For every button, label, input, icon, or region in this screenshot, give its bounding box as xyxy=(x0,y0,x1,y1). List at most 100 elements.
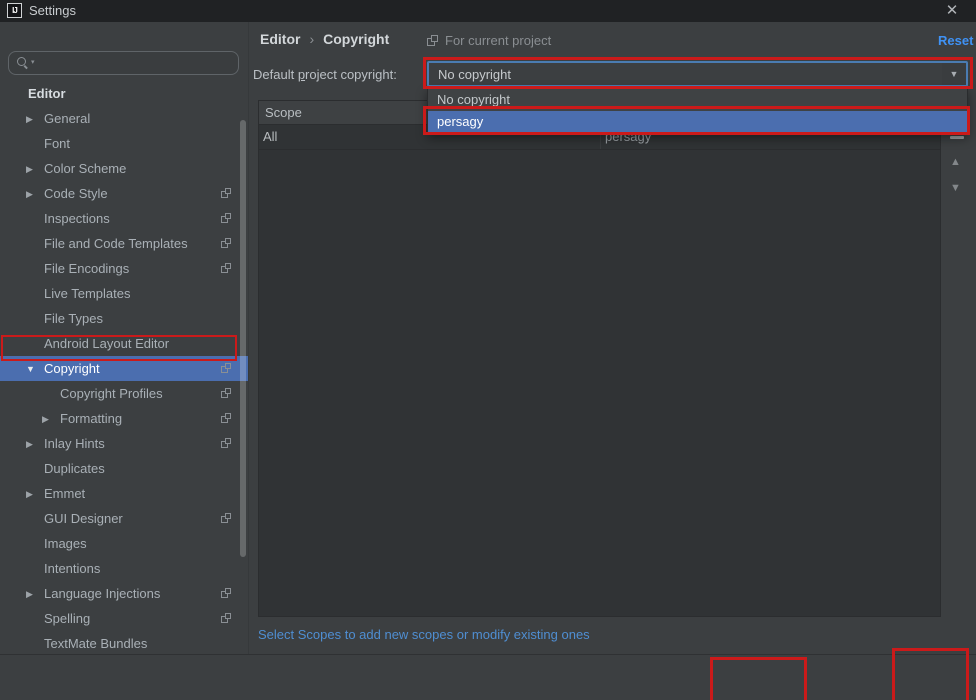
dropdown-option-persagy[interactable]: persagy xyxy=(428,111,967,133)
sidebar-item-android-layout-editor[interactable]: Android Layout Editor xyxy=(0,331,248,356)
sidebar-item-file-and-code-templates[interactable]: File and Code Templates xyxy=(0,231,248,256)
sidebar-item-label: Language Injections xyxy=(44,586,160,601)
sidebar-item-editor[interactable]: Editor xyxy=(0,81,248,106)
sidebar-item-color-scheme[interactable]: ▶Color Scheme xyxy=(0,156,248,181)
scope-table: Scope Allpersagy xyxy=(258,100,941,617)
sidebar-item-label: Inlay Hints xyxy=(44,436,105,451)
intellij-logo-icon: IJ xyxy=(7,3,22,18)
sidebar-item-code-style[interactable]: ▶Code Style xyxy=(0,181,248,206)
sidebar-item-label: Live Templates xyxy=(44,286,130,301)
default-copyright-label: Default project copyright: xyxy=(253,67,397,82)
sidebar-item-copyright-profiles[interactable]: Copyright Profiles xyxy=(0,381,248,406)
sidebar-item-label: Font xyxy=(44,136,70,151)
sidebar-item-label: Duplicates xyxy=(44,461,105,476)
settings-dialog: IJ Settings ✕ ▾ Editor▶GeneralFont▶Color… xyxy=(0,0,976,700)
sidebar-item-label: GUI Designer xyxy=(44,511,123,526)
sidebar-item-copyright[interactable]: ▼Copyright xyxy=(0,356,248,381)
chevron-right-icon[interactable]: ▶ xyxy=(42,407,60,432)
project-level-icon xyxy=(221,588,232,599)
move-down-icon[interactable]: ▼ xyxy=(950,182,961,194)
dialog-button-bar: ? OK Cancel Apply xyxy=(0,654,976,700)
project-level-icon xyxy=(221,613,232,624)
move-up-icon[interactable]: ▲ xyxy=(950,156,961,168)
for-current-project-note: For current project xyxy=(427,33,551,48)
label-suffix: roject copyright: xyxy=(305,67,397,82)
window-title: Settings xyxy=(29,3,76,18)
sidebar-item-font[interactable]: Font xyxy=(0,131,248,156)
sidebar-item-inlay-hints[interactable]: ▶Inlay Hints xyxy=(0,431,248,456)
label-mnemonic: p xyxy=(298,67,305,82)
scope-note-label: For current project xyxy=(445,33,551,48)
sidebar-item-label: Android Layout Editor xyxy=(44,336,169,351)
chevron-down-icon[interactable]: ▼ xyxy=(26,357,44,382)
sidebar-item-gui-designer[interactable]: GUI Designer xyxy=(0,506,248,531)
search-input[interactable] xyxy=(37,55,238,72)
sidebar-item-label: Emmet xyxy=(44,486,85,501)
sidebar-item-label: Inspections xyxy=(44,211,110,226)
sidebar-item-duplicates[interactable]: Duplicates xyxy=(0,456,248,481)
search-box[interactable]: ▾ xyxy=(8,51,239,75)
settings-sidebar: ▾ Editor▶GeneralFont▶Color Scheme▶Code S… xyxy=(0,22,248,654)
sidebar-item-label: Editor xyxy=(28,86,66,101)
close-icon[interactable]: ✕ xyxy=(942,1,962,21)
breadcrumb-separator: › xyxy=(309,31,314,47)
sidebar-item-file-encodings[interactable]: File Encodings xyxy=(0,256,248,281)
sidebar-item-label: Copyright Profiles xyxy=(60,386,163,401)
copyright-dropdown-popup: No copyrightpersagy xyxy=(427,88,968,134)
sidebar-scrollbar[interactable] xyxy=(240,120,246,557)
label-prefix: Default xyxy=(253,67,298,82)
combobox-value: No copyright xyxy=(429,67,942,82)
project-level-icon xyxy=(221,513,232,524)
breadcrumb-editor[interactable]: Editor xyxy=(260,31,300,47)
sidebar-item-emmet[interactable]: ▶Emmet xyxy=(0,481,248,506)
chevron-right-icon[interactable]: ▶ xyxy=(26,182,44,207)
remove-scope-icon[interactable] xyxy=(950,136,964,139)
title-bar: IJ Settings ✕ xyxy=(0,0,976,22)
sidebar-item-label: File Encodings xyxy=(44,261,129,276)
project-level-icon xyxy=(221,213,232,224)
reset-link[interactable]: Reset xyxy=(938,33,973,48)
sidebar-item-label: TextMate Bundles xyxy=(44,636,147,651)
sidebar-item-inspections[interactable]: Inspections xyxy=(0,206,248,231)
project-scope-icon xyxy=(427,35,439,47)
settings-tree: Editor▶GeneralFont▶Color Scheme▶Code Sty… xyxy=(0,81,248,681)
sidebar-item-label: Intentions xyxy=(44,561,100,576)
sidebar-item-spelling[interactable]: Spelling xyxy=(0,606,248,631)
sidebar-item-images[interactable]: Images xyxy=(0,531,248,556)
search-icon xyxy=(17,57,29,69)
sidebar-item-textmate-bundles[interactable]: TextMate Bundles xyxy=(0,631,248,656)
sidebar-divider xyxy=(248,22,249,654)
sidebar-item-label: Formatting xyxy=(60,411,122,426)
sidebar-item-file-types[interactable]: File Types xyxy=(0,306,248,331)
project-level-icon xyxy=(221,263,232,274)
sidebar-item-label: Code Style xyxy=(44,186,108,201)
project-level-icon xyxy=(221,438,232,449)
default-copyright-combobox[interactable]: No copyright ▼ xyxy=(427,61,968,87)
project-level-icon xyxy=(221,188,232,199)
sidebar-item-label: General xyxy=(44,111,90,126)
sidebar-item-language-injections[interactable]: ▶Language Injections xyxy=(0,581,248,606)
sidebar-item-label: File Types xyxy=(44,311,103,326)
dropdown-option-no-copyright[interactable]: No copyright xyxy=(428,89,967,111)
project-level-icon xyxy=(221,388,232,399)
search-chevron-down-icon: ▾ xyxy=(31,58,35,68)
project-level-icon xyxy=(221,413,232,424)
combobox-chevron-down-icon[interactable]: ▼ xyxy=(942,63,966,85)
sidebar-item-formatting[interactable]: ▶Formatting xyxy=(0,406,248,431)
select-scopes-link[interactable]: Select Scopes to add new scopes or modif… xyxy=(258,627,590,642)
breadcrumb: Editor › Copyright xyxy=(260,31,389,47)
chevron-right-icon[interactable]: ▶ xyxy=(26,582,44,607)
chevron-right-icon[interactable]: ▶ xyxy=(26,482,44,507)
sidebar-item-label: Copyright xyxy=(44,361,100,376)
chevron-right-icon[interactable]: ▶ xyxy=(26,157,44,182)
project-level-icon xyxy=(221,238,232,249)
sidebar-item-intentions[interactable]: Intentions xyxy=(0,556,248,581)
chevron-right-icon[interactable]: ▶ xyxy=(26,432,44,457)
sidebar-item-label: File and Code Templates xyxy=(44,236,188,251)
sidebar-item-label: Images xyxy=(44,536,87,551)
sidebar-item-general[interactable]: ▶General xyxy=(0,106,248,131)
project-level-icon xyxy=(221,363,232,374)
chevron-right-icon[interactable]: ▶ xyxy=(26,107,44,132)
sidebar-item-label: Spelling xyxy=(44,611,90,626)
sidebar-item-live-templates[interactable]: Live Templates xyxy=(0,281,248,306)
